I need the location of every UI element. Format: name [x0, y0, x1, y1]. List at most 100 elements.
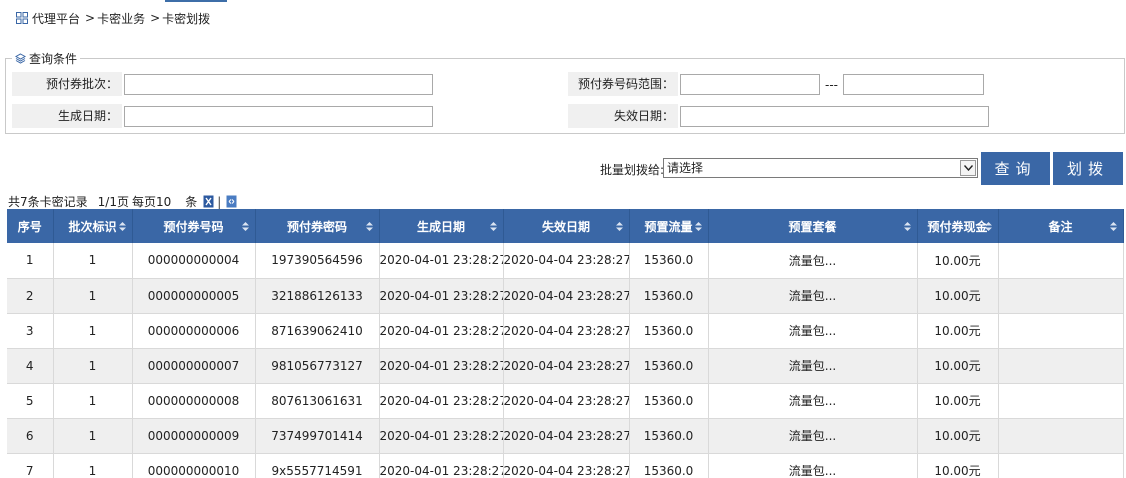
created-date-input[interactable]	[124, 106, 433, 127]
table-row[interactable]: 7 1 000000000010 9x5557714591 2020-04-01 23:…	[7, 453, 1124, 478]
breadcrumb-item-platform[interactable]: 代理平台	[32, 10, 80, 27]
cell-voucher-password: 807613061631	[255, 383, 380, 419]
cell-created-date: 2020-04-01 23:28:27	[379, 243, 504, 279]
cell-voucher-password: 9x5557714591	[255, 453, 380, 478]
cell-index: 6	[7, 418, 54, 454]
cell-preset-traffic: 15360.0	[629, 453, 709, 478]
export-excel-icon[interactable]	[203, 195, 214, 208]
cell-remark	[998, 418, 1124, 454]
cell-voucher-number: 000000000006	[132, 313, 256, 349]
cell-index: 4	[7, 348, 54, 384]
cell-voucher-password: 981056773127	[255, 348, 380, 384]
sort-icon[interactable]	[615, 222, 623, 231]
cell-remark	[998, 313, 1124, 349]
cell-voucher-number: 000000000009	[132, 418, 256, 454]
batch-assign-selected: 请选择	[667, 161, 704, 175]
batch-assign-select[interactable]: 请选择	[663, 158, 978, 178]
sort-icon[interactable]	[984, 222, 992, 231]
col-preset-package-header[interactable]: 预置套餐	[708, 209, 918, 243]
cell-preset-package: 流量包...	[708, 383, 918, 419]
sort-icon[interactable]	[903, 222, 911, 231]
cell-preset-package: 流量包...	[708, 278, 918, 314]
table-row[interactable]: 3 1 000000000006 871639062410 2020-04-01 23:…	[7, 313, 1124, 349]
cell-voucher-password: 321886126133	[255, 278, 380, 314]
voucher-range-from-input[interactable]	[680, 74, 820, 95]
cell-batch-id: 1	[53, 383, 133, 419]
range-separator: ---	[825, 78, 838, 92]
filter-legend-label: 查询条件	[29, 52, 78, 66]
cell-remark	[998, 278, 1124, 314]
created-date-label: 生成日期：	[12, 104, 122, 128]
table-row[interactable]: 6 1 000000000009 737499701414 2020-04-01 23:…	[7, 418, 1124, 454]
batch-input[interactable]	[124, 74, 433, 95]
table-row[interactable]: 1 1 000000000004 197390564596 2020-04-01 23:…	[7, 243, 1124, 279]
col-voucher-number-header[interactable]: 预付券号码	[132, 209, 256, 243]
sort-icon[interactable]	[365, 222, 373, 231]
cell-expire-date: 2020-04-04 23:28:27	[503, 418, 630, 454]
cell-batch-id: 1	[53, 313, 133, 349]
table-row[interactable]: 2 1 000000000005 321886126133 2020-04-01 23:…	[7, 278, 1124, 314]
cell-voucher-cash: 10.00元	[917, 348, 999, 384]
active-tab-indicator	[165, 0, 227, 2]
cell-voucher-cash: 10.00元	[917, 383, 999, 419]
table-header-row: 序号 批次标识 预付券号码 预付券密码 生成日期 失效日期 预置流量 预置套餐 …	[7, 209, 1124, 243]
cell-voucher-password: 197390564596	[255, 243, 380, 279]
breadcrumb-separator: >	[150, 11, 161, 25]
cell-voucher-number: 000000000007	[132, 348, 256, 384]
cell-preset-traffic: 15360.0	[629, 313, 709, 349]
cell-batch-id: 1	[53, 453, 133, 478]
cell-index: 3	[7, 313, 54, 349]
col-preset-traffic-header[interactable]: 预置流量	[629, 209, 709, 243]
cell-expire-date: 2020-04-04 23:28:27	[503, 453, 630, 478]
cell-remark	[998, 383, 1124, 419]
col-created-date-header[interactable]: 生成日期	[379, 209, 504, 243]
col-expire-date-header[interactable]: 失效日期	[503, 209, 630, 243]
cell-voucher-password: 737499701414	[255, 418, 380, 454]
sort-icon[interactable]	[1109, 222, 1117, 231]
col-remark-header[interactable]: 备注	[998, 209, 1124, 243]
cell-expire-date: 2020-04-04 23:28:27	[503, 243, 630, 279]
table-row[interactable]: 5 1 000000000008 807613061631 2020-04-01 23:…	[7, 383, 1124, 419]
expire-date-label: 失效日期：	[568, 104, 678, 128]
record-summary: 共7条卡密记录 1/1页 每页10 条 |	[8, 193, 237, 210]
per-page-unit: 条	[185, 195, 198, 209]
sort-icon[interactable]	[489, 222, 497, 231]
cell-index: 5	[7, 383, 54, 419]
cell-created-date: 2020-04-01 23:28:27	[379, 313, 504, 349]
filter-legend: 查询条件	[12, 50, 81, 67]
voucher-range-to-input[interactable]	[843, 74, 984, 95]
cell-voucher-cash: 10.00元	[917, 418, 999, 454]
sort-icon[interactable]	[241, 222, 249, 231]
col-batch-id-header[interactable]: 批次标识	[53, 209, 133, 243]
col-voucher-cash-header[interactable]: 预付券现金	[917, 209, 999, 243]
breadcrumb-item-card-assign: 卡密划拨	[162, 11, 211, 26]
cell-preset-traffic: 15360.0	[629, 383, 709, 419]
cell-preset-traffic: 15360.0	[629, 418, 709, 454]
cell-preset-package: 流量包...	[708, 418, 918, 454]
export-file-icon[interactable]	[226, 195, 237, 208]
query-button[interactable]: 查询	[981, 152, 1050, 185]
page-indicator: 1/1页	[97, 195, 129, 209]
card-table: 序号 批次标识 预付券号码 预付券密码 生成日期 失效日期 预置流量 预置套餐 …	[7, 209, 1124, 478]
cell-index: 1	[7, 243, 54, 279]
cell-remark	[998, 243, 1124, 279]
cell-expire-date: 2020-04-04 23:28:27	[503, 278, 630, 314]
cell-voucher-number: 000000000005	[132, 278, 256, 314]
breadcrumb-separator: >	[85, 11, 96, 25]
batch-label: 预付券批次：	[12, 72, 122, 96]
cell-preset-traffic: 15360.0	[629, 243, 709, 279]
table-row[interactable]: 4 1 000000000007 981056773127 2020-04-01 23:…	[7, 348, 1124, 384]
expire-date-input[interactable]	[680, 106, 989, 127]
chevron-down-icon[interactable]	[960, 160, 976, 176]
assign-button[interactable]: 划拨	[1053, 152, 1123, 185]
cell-preset-package: 流量包...	[708, 348, 918, 384]
col-voucher-password-header[interactable]: 预付券密码	[255, 209, 380, 243]
breadcrumb-item-card-business[interactable]: 卡密业务	[97, 10, 145, 27]
cell-voucher-cash: 10.00元	[917, 313, 999, 349]
sort-icon[interactable]	[694, 222, 702, 231]
sort-icon[interactable]	[118, 222, 126, 231]
batch-assign-label: 批量划拨给:	[600, 163, 665, 177]
cell-voucher-number: 000000000010	[132, 453, 256, 478]
cell-voucher-password: 871639062410	[255, 313, 380, 349]
cell-batch-id: 1	[53, 348, 133, 384]
